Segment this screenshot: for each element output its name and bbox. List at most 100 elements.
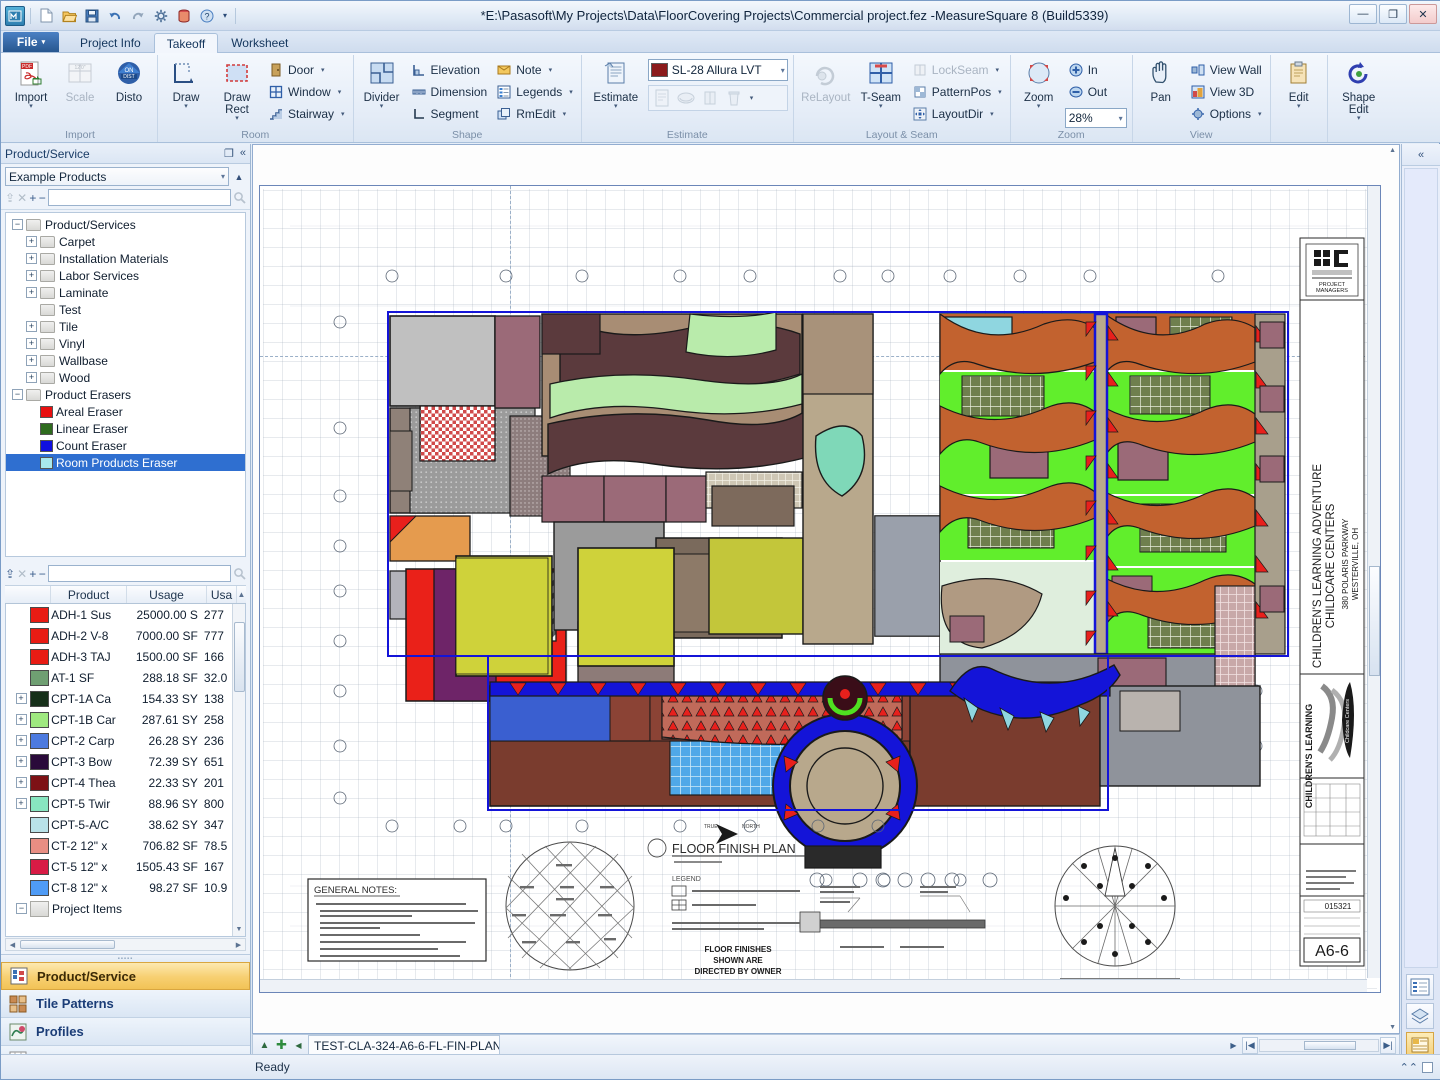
grid-hscroll-thumb[interactable] bbox=[20, 940, 115, 949]
doc-tab-add-icon[interactable]: ✚ bbox=[274, 1036, 289, 1054]
expand-row-icon[interactable]: + bbox=[6, 798, 30, 809]
tree-node[interactable]: + Laminate bbox=[6, 284, 245, 301]
expand-node-icon[interactable]: + bbox=[26, 372, 37, 383]
tab-worksheet[interactable]: Worksheet bbox=[218, 32, 301, 52]
maximize-button[interactable]: ❐ bbox=[1379, 4, 1407, 24]
table-row[interactable]: ADH-1 Sus 25000.00 S 277 bbox=[6, 604, 245, 625]
grid-horizontal-scrollbar[interactable]: ◀ ▶ bbox=[5, 938, 246, 951]
table-row[interactable]: ADH-3 TAJ 1500.00 SF 166 bbox=[6, 646, 245, 667]
doc-tab-prev-icon[interactable]: ◀ bbox=[291, 1036, 306, 1054]
doc-tab-up-icon[interactable]: ▲ bbox=[257, 1036, 272, 1054]
canvas-scroll-up-icon[interactable]: ▲ bbox=[1389, 147, 1396, 154]
expand-node-icon[interactable]: + bbox=[26, 321, 37, 332]
nav-button-product-service[interactable]: Product/Service bbox=[1, 962, 250, 990]
new-document-icon[interactable] bbox=[36, 6, 56, 26]
dimension-button[interactable]: Dimension bbox=[408, 81, 491, 102]
delete-icon[interactable]: ✕ bbox=[17, 189, 27, 206]
grid-scroll-thumb[interactable] bbox=[234, 622, 245, 692]
doc-tab-track-thumb[interactable] bbox=[1304, 1040, 1356, 1050]
product-tree[interactable]: − Product/Services + Carpet + Installation Ma… bbox=[5, 212, 246, 557]
door-button[interactable]: Door ▾ bbox=[265, 59, 348, 80]
note-caret-icon[interactable]: ▾ bbox=[549, 66, 553, 74]
options-caret-icon[interactable]: ▾ bbox=[1258, 110, 1262, 118]
tree-node[interactable]: + Carpet bbox=[6, 233, 245, 250]
divider-button[interactable]: Divider ▾ bbox=[359, 57, 405, 110]
expand-node-icon[interactable]: + bbox=[26, 270, 37, 281]
zoom-out-button[interactable]: Out bbox=[1065, 81, 1127, 102]
grid-root-row[interactable]: − Project Items bbox=[6, 898, 245, 919]
pan-button[interactable]: Pan bbox=[1138, 57, 1184, 104]
estimate-report-icon[interactable] bbox=[651, 87, 673, 109]
patternpos-button[interactable]: PatternPos ▾ bbox=[909, 81, 1005, 102]
import-button[interactable]: PDF Import ▾ bbox=[8, 57, 54, 110]
tab-project-info[interactable]: Project Info bbox=[67, 32, 154, 52]
expand-row-icon[interactable]: + bbox=[6, 714, 30, 725]
expand-node-icon[interactable]: + bbox=[26, 236, 37, 247]
properties-panel-icon[interactable] bbox=[1406, 974, 1434, 1000]
legends-caret-icon[interactable]: ▾ bbox=[569, 88, 573, 96]
estimate-cut-icon[interactable] bbox=[675, 87, 697, 109]
view-wall-button[interactable]: View Wall bbox=[1187, 59, 1265, 80]
table-row[interactable]: CPT-5-A/C 38.62 SY 347 bbox=[6, 814, 245, 835]
tree-node[interactable]: + Tile bbox=[6, 318, 245, 335]
expand-row-icon[interactable]: + bbox=[6, 693, 30, 704]
tree-node[interactable]: − Product Erasers bbox=[6, 386, 245, 403]
tree-node[interactable]: Linear Eraser bbox=[6, 420, 245, 437]
shape-edit-button[interactable]: Shape Edit ▾ bbox=[1333, 57, 1385, 122]
segment-button[interactable]: Segment bbox=[408, 103, 491, 124]
lockseam-caret-icon[interactable]: ▾ bbox=[996, 66, 1000, 74]
door-caret-icon[interactable]: ▾ bbox=[321, 66, 325, 74]
grid-scroll-up-icon[interactable]: ▲ bbox=[237, 586, 246, 603]
document-tab[interactable]: TEST-CLA-324-A6-6-FL-FIN-PLAN bbox=[308, 1035, 500, 1055]
scale-button[interactable]: 12'0" Scale bbox=[57, 57, 103, 104]
status-expand-icon[interactable]: ⌃⌃ bbox=[1400, 1061, 1418, 1074]
t-seam-button[interactable]: T-Seam ▾ bbox=[856, 57, 906, 110]
table-row[interactable]: + CPT-4 Thea 22.33 SY 201 bbox=[6, 772, 245, 793]
qat-dropdown-icon[interactable]: ▾ bbox=[220, 6, 230, 26]
tree-node[interactable]: Areal Eraser bbox=[6, 403, 245, 420]
expand-all-icon[interactable]: + bbox=[29, 189, 36, 206]
tree-node[interactable]: + Installation Materials bbox=[6, 250, 245, 267]
product-combo[interactable]: SL-28 Allura LVT ▾ bbox=[647, 59, 788, 81]
collapse-node-icon[interactable]: − bbox=[12, 219, 23, 230]
cad-sheet[interactable]: GENERAL NOTES: FLOOR FINISH PLAN LEGEND … bbox=[259, 185, 1381, 993]
collapse-all-icon[interactable]: − bbox=[39, 189, 46, 206]
grid-col-usage2[interactable]: Usa bbox=[207, 586, 237, 603]
expand-node-icon[interactable]: + bbox=[26, 338, 37, 349]
catalog-scroll-up-icon[interactable]: ▲ bbox=[232, 167, 246, 186]
note-button[interactable]: Note ▾ bbox=[493, 59, 576, 80]
stairway-caret-icon[interactable]: ▾ bbox=[341, 110, 345, 118]
rmedit-caret-icon[interactable]: ▾ bbox=[563, 110, 567, 118]
tree-node[interactable]: Count Eraser bbox=[6, 437, 245, 454]
file-tab[interactable]: File ▾ bbox=[3, 32, 59, 52]
nav-button-tile-patterns[interactable]: Tile Patterns bbox=[1, 990, 250, 1018]
canvas-scroll-down-icon[interactable]: ▼ bbox=[1389, 1024, 1396, 1031]
drawing-canvas-area[interactable]: GENERAL NOTES: FLOOR FINISH PLAN LEGEND … bbox=[252, 144, 1400, 1034]
catalog-search-input[interactable] bbox=[48, 189, 231, 206]
grid-hscroll-right-icon[interactable]: ▶ bbox=[232, 941, 245, 949]
floor-plan-graphic[interactable]: GENERAL NOTES: FLOOR FINISH PLAN LEGEND … bbox=[260, 186, 1380, 992]
add-item-icon[interactable]: ⇪ bbox=[5, 565, 15, 582]
nav-button-profiles[interactable]: Profiles bbox=[1, 1018, 250, 1046]
doc-last-icon[interactable]: ▶| bbox=[1380, 1036, 1396, 1054]
project-items-grid[interactable]: ADH-1 Sus 25000.00 S 277 ADH-2 V-8 7000.00 S… bbox=[5, 604, 246, 937]
table-row[interactable]: CT-5 12" x 1505.43 SF 167 bbox=[6, 856, 245, 877]
product-combo-caret-icon[interactable]: ▾ bbox=[781, 66, 785, 75]
collapse-items-icon[interactable]: − bbox=[39, 565, 46, 582]
collapse-panel-icon[interactable]: « bbox=[240, 147, 246, 160]
grid-vertical-scrollbar[interactable]: ▼ bbox=[232, 604, 245, 936]
layoutdir-button[interactable]: LayoutDir ▾ bbox=[909, 103, 1005, 124]
expand-node-icon[interactable]: + bbox=[26, 287, 37, 298]
settings-gear-icon[interactable] bbox=[151, 6, 171, 26]
elevation-button[interactable]: Elevation bbox=[408, 59, 491, 80]
grid-col-product[interactable]: Product bbox=[51, 586, 127, 603]
add-to-project-icon[interactable]: ⇪ bbox=[5, 189, 15, 206]
catalog-combo[interactable]: Example Products ▾ bbox=[5, 167, 229, 186]
stairway-button[interactable]: Stairway ▾ bbox=[265, 103, 348, 124]
zoom-button[interactable]: Zoom ▾ bbox=[1016, 57, 1062, 110]
estimate-delete-icon[interactable] bbox=[723, 87, 745, 109]
tree-node[interactable]: + Wood bbox=[6, 369, 245, 386]
table-row[interactable]: + CPT-1A Ca 154.33 SY 138 bbox=[6, 688, 245, 709]
doc-tab-track[interactable] bbox=[1259, 1038, 1379, 1052]
table-row[interactable]: ADH-2 V-8 7000.00 SF 777 bbox=[6, 625, 245, 646]
